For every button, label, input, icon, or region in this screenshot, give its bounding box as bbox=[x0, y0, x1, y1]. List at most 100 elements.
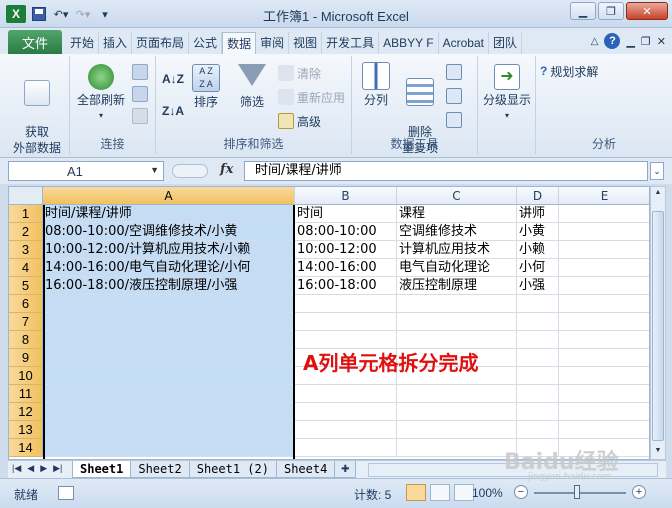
cell-d3[interactable]: 小赖 bbox=[517, 241, 559, 259]
cell-e4[interactable] bbox=[559, 259, 649, 277]
row-header-4[interactable]: 4 bbox=[9, 259, 43, 277]
row-header-2[interactable]: 2 bbox=[9, 223, 43, 241]
cell-e7[interactable] bbox=[559, 313, 649, 331]
cell-a13[interactable] bbox=[43, 421, 295, 439]
row-header-14[interactable]: 14 bbox=[9, 439, 43, 457]
cell-a9[interactable] bbox=[43, 349, 295, 367]
cell-d11[interactable] bbox=[517, 385, 559, 403]
cell-c5[interactable]: 液压控制原理 bbox=[397, 277, 517, 295]
cell-b13[interactable] bbox=[295, 421, 397, 439]
cell-d5[interactable]: 小强 bbox=[517, 277, 559, 295]
cell-b2[interactable]: 08:00-10:00 bbox=[295, 223, 397, 241]
tab-formulas[interactable]: 公式 bbox=[189, 32, 223, 54]
doc-minimize-icon[interactable]: ▁ bbox=[626, 35, 634, 48]
cell-e11[interactable] bbox=[559, 385, 649, 403]
row-header-8[interactable]: 8 bbox=[9, 331, 43, 349]
column-header-a[interactable]: A bbox=[43, 187, 295, 205]
cell-a6[interactable] bbox=[43, 295, 295, 313]
refresh-all-button[interactable]: 全部刷新 ▾ bbox=[72, 64, 130, 124]
cell-a14[interactable] bbox=[43, 439, 295, 457]
cell-c12[interactable] bbox=[397, 403, 517, 421]
cell-a4[interactable]: 14:00-16:00/电气自动化理论/小何 bbox=[43, 259, 295, 277]
cell-d8[interactable] bbox=[517, 331, 559, 349]
page-break-view-icon[interactable] bbox=[454, 484, 474, 501]
cell-b5[interactable]: 16:00-18:00 bbox=[295, 277, 397, 295]
cell-a10[interactable] bbox=[43, 367, 295, 385]
name-box-dropdown-icon[interactable]: ▼ bbox=[150, 165, 159, 175]
cell-e3[interactable] bbox=[559, 241, 649, 259]
expand-formula-icon[interactable]: ⌄ bbox=[650, 162, 664, 180]
first-sheet-icon[interactable]: |◀ bbox=[12, 463, 21, 474]
column-header-b[interactable]: B bbox=[295, 187, 397, 205]
cell-e1[interactable] bbox=[559, 205, 649, 223]
row-header-5[interactable]: 5 bbox=[9, 277, 43, 295]
tab-review[interactable]: 审阅 bbox=[256, 32, 290, 54]
cell-d2[interactable]: 小黄 bbox=[517, 223, 559, 241]
sheet-tab-sheet2[interactable]: Sheet2 bbox=[130, 461, 190, 478]
cell-c3[interactable]: 计算机应用技术 bbox=[397, 241, 517, 259]
reapply-button[interactable]: 重新应用 bbox=[278, 88, 345, 106]
cell-e8[interactable] bbox=[559, 331, 649, 349]
cell-c4[interactable]: 电气自动化理论 bbox=[397, 259, 517, 277]
cell-a3[interactable]: 10:00-12:00/计算机应用技术/小赖 bbox=[43, 241, 295, 259]
scroll-up-icon[interactable]: ▲ bbox=[652, 189, 664, 199]
page-layout-view-icon[interactable] bbox=[430, 484, 450, 501]
cell-b14[interactable] bbox=[295, 439, 397, 457]
insert-function-icon[interactable]: fx bbox=[220, 162, 233, 177]
row-header-13[interactable]: 13 bbox=[9, 421, 43, 439]
advanced-filter-button[interactable]: 高级 bbox=[278, 112, 321, 130]
cell-e9[interactable] bbox=[559, 349, 649, 367]
macro-record-icon[interactable] bbox=[58, 486, 74, 500]
cell-d9[interactable] bbox=[517, 349, 559, 367]
row-header-1[interactable]: 1 bbox=[9, 205, 43, 223]
doc-restore-icon[interactable]: ❐ bbox=[641, 35, 651, 48]
row-header-11[interactable]: 11 bbox=[9, 385, 43, 403]
cell-b6[interactable] bbox=[295, 295, 397, 313]
cell-b4[interactable]: 14:00-16:00 bbox=[295, 259, 397, 277]
data-validation-icon[interactable] bbox=[446, 64, 462, 80]
horizontal-scrollbar[interactable] bbox=[368, 463, 658, 477]
row-header-12[interactable]: 12 bbox=[9, 403, 43, 421]
cell-a2[interactable]: 08:00-10:00/空调维修技术/小黄 bbox=[43, 223, 295, 241]
help-icon[interactable]: ? bbox=[604, 33, 621, 49]
doc-close-icon[interactable]: ✕ bbox=[657, 35, 666, 48]
tab-view[interactable]: 视图 bbox=[289, 32, 323, 54]
cell-b7[interactable] bbox=[295, 313, 397, 331]
zoom-slider-thumb[interactable] bbox=[574, 485, 580, 499]
row-header-10[interactable]: 10 bbox=[9, 367, 43, 385]
vertical-scrollbar[interactable]: ▲ ▼ bbox=[650, 186, 666, 460]
last-sheet-icon[interactable]: ▶| bbox=[53, 463, 62, 474]
cell-e13[interactable] bbox=[559, 421, 649, 439]
zoom-slider[interactable] bbox=[534, 492, 626, 494]
get-external-data-button[interactable]: 获取 外部数据 bbox=[6, 64, 68, 156]
zoom-level[interactable]: 100% bbox=[472, 486, 503, 500]
cell-b3[interactable]: 10:00-12:00 bbox=[295, 241, 397, 259]
cell-c11[interactable] bbox=[397, 385, 517, 403]
insert-sheet-icon[interactable]: ✚ bbox=[334, 461, 357, 478]
name-box[interactable]: A1 ▼ bbox=[8, 161, 164, 181]
consolidate-icon[interactable] bbox=[446, 88, 462, 104]
cell-a1[interactable]: 时间/课程/讲师 bbox=[43, 205, 295, 223]
cell-e5[interactable] bbox=[559, 277, 649, 295]
tab-file[interactable]: 文件 bbox=[8, 30, 62, 54]
tab-team[interactable]: 团队 bbox=[489, 32, 522, 54]
cell-d7[interactable] bbox=[517, 313, 559, 331]
tab-page-layout[interactable]: 页面布局 bbox=[132, 32, 190, 54]
column-header-d[interactable]: D bbox=[517, 187, 559, 205]
row-header-6[interactable]: 6 bbox=[9, 295, 43, 313]
sheet-tab-sheet4[interactable]: Sheet4 bbox=[275, 461, 336, 478]
normal-view-icon[interactable] bbox=[406, 484, 426, 501]
cell-c14[interactable] bbox=[397, 439, 517, 457]
outline-button[interactable]: ➜ 分级显示 ▾ bbox=[480, 64, 534, 124]
tab-data[interactable]: 数据 bbox=[222, 32, 257, 55]
cell-b1[interactable]: 时间 bbox=[295, 205, 397, 223]
cell-e10[interactable] bbox=[559, 367, 649, 385]
edit-links-icon[interactable] bbox=[132, 108, 148, 124]
cell-e2[interactable] bbox=[559, 223, 649, 241]
sheet-tab-sheet1[interactable]: Sheet1 bbox=[72, 461, 132, 478]
close-button[interactable]: ✕ bbox=[626, 2, 668, 20]
row-header-3[interactable]: 3 bbox=[9, 241, 43, 259]
cell-d10[interactable] bbox=[517, 367, 559, 385]
sort-descending-button[interactable]: Z↓A bbox=[162, 102, 184, 120]
clear-button[interactable]: 清除 bbox=[278, 64, 321, 82]
